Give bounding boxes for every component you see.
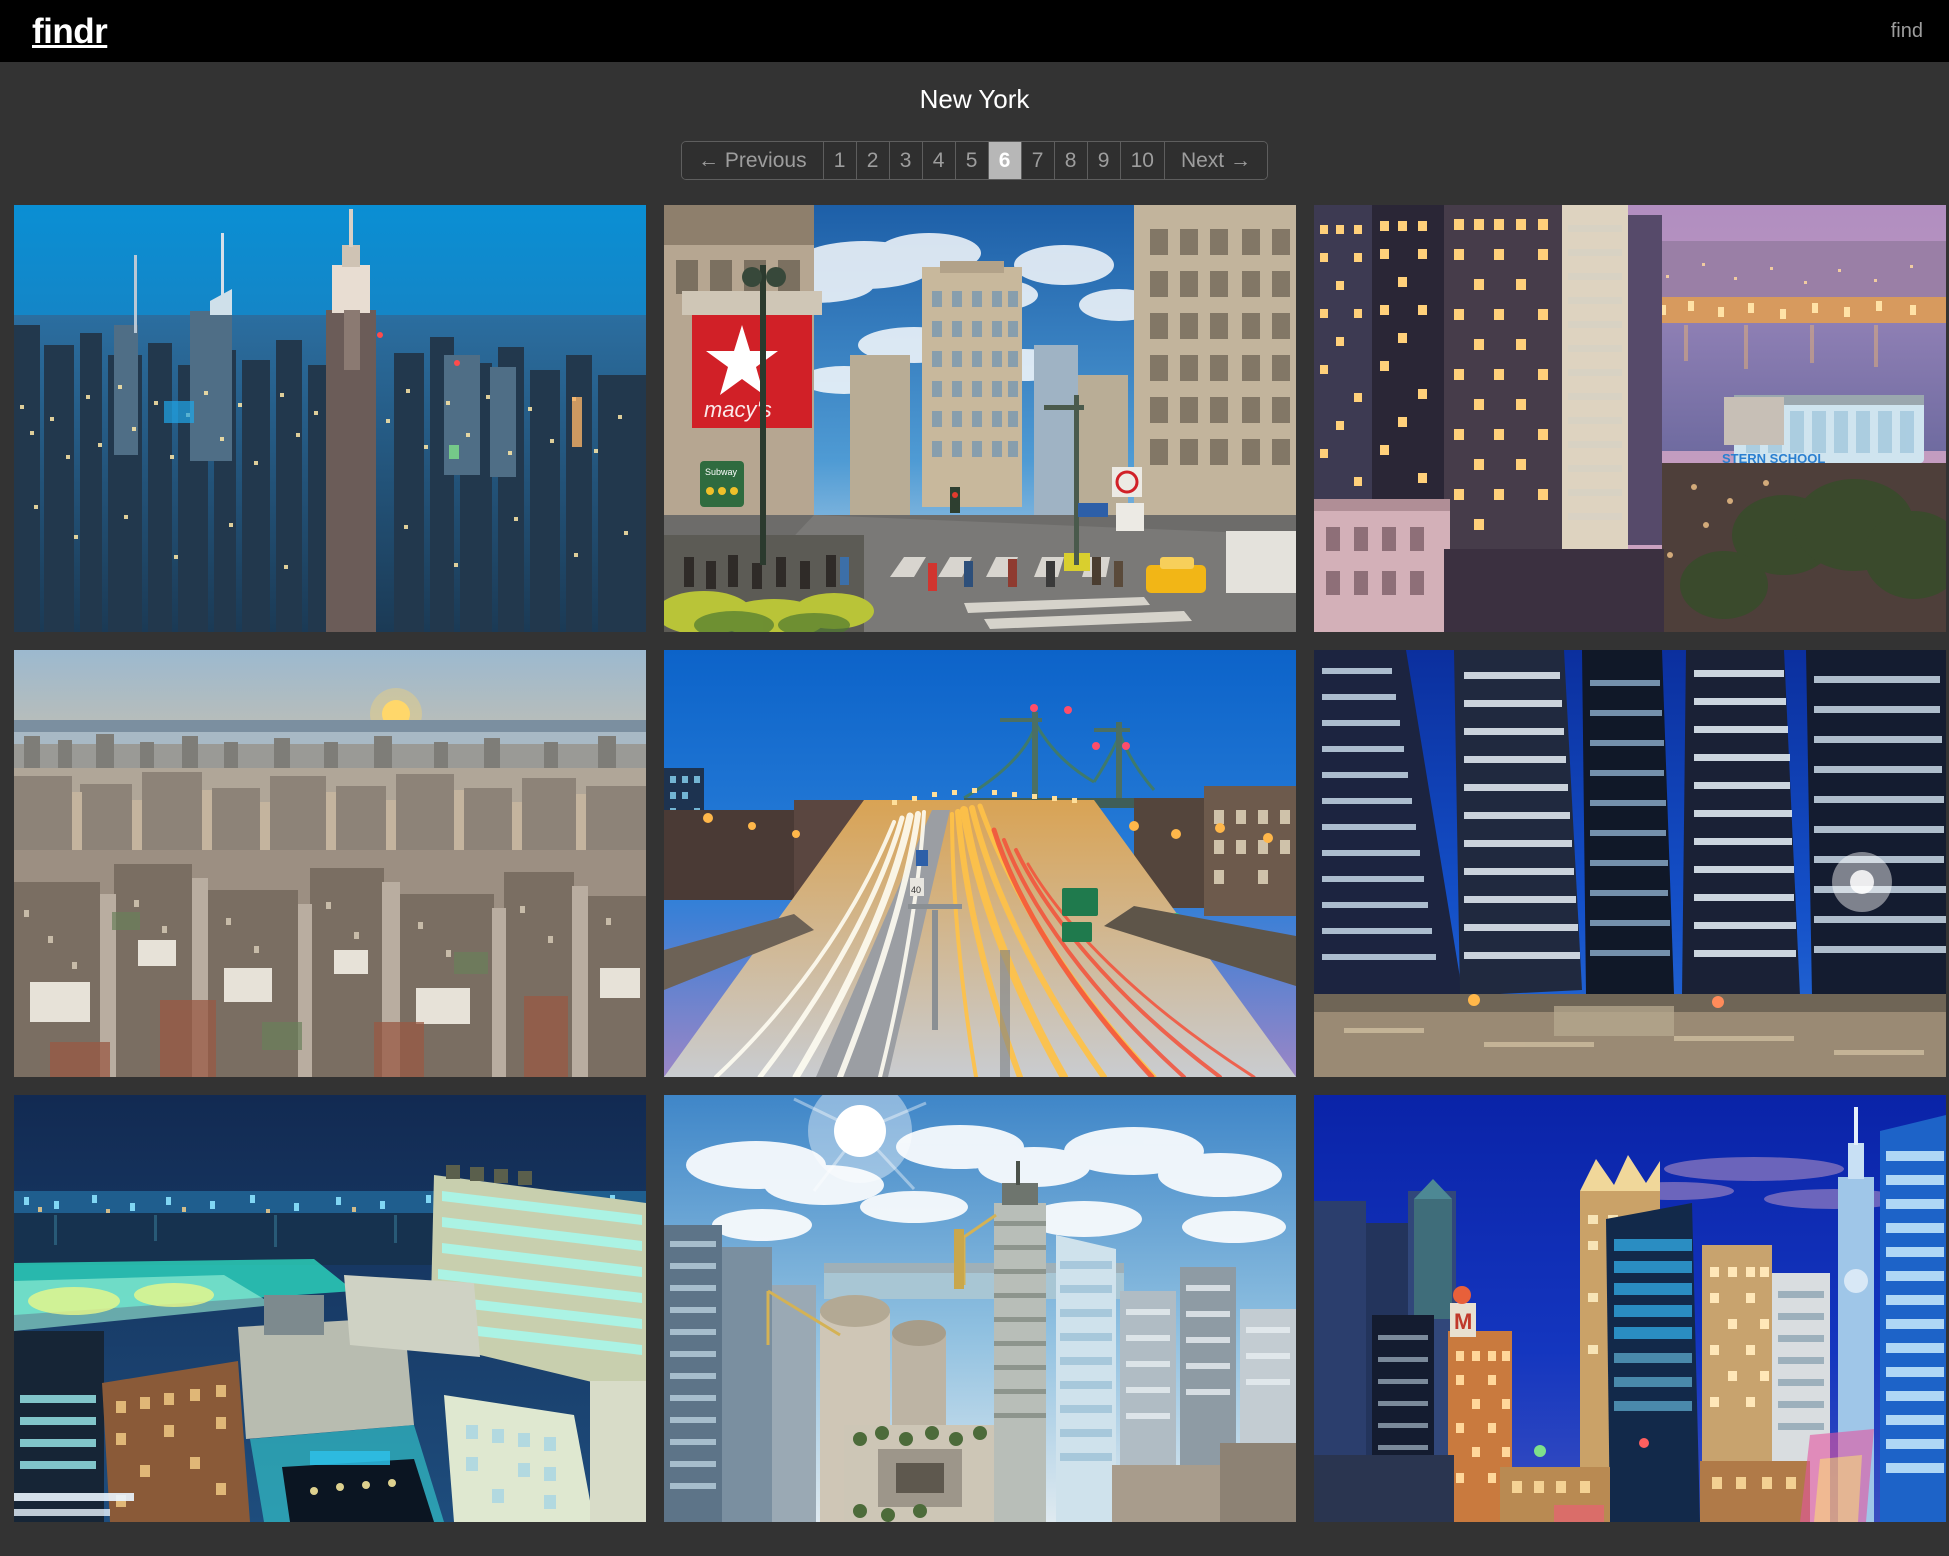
photo-gallery: macy's (0, 205, 1949, 1522)
pagination-page-2[interactable]: 2 (857, 142, 890, 179)
photo-highway-light-trails[interactable]: 40 (664, 650, 1296, 1077)
pagination-page-10[interactable]: 10 (1121, 142, 1165, 179)
photo-rooftops-sunset[interactable] (14, 650, 646, 1077)
pagination[interactable]: ← Previous 1 2 3 4 5 6 7 8 9 10 Next → (681, 141, 1268, 180)
nav-link-find[interactable]: find (1891, 21, 1923, 41)
svg-text:40: 40 (911, 885, 921, 895)
brand-logo[interactable]: findr (32, 14, 107, 49)
photo-hudson-night-glow[interactable] (14, 1095, 646, 1522)
photo-world-trade-construction[interactable] (664, 1095, 1296, 1522)
pagination-page-8[interactable]: 8 (1055, 142, 1088, 179)
pagination-page-6[interactable]: 6 (989, 142, 1022, 179)
navbar: findr find (0, 0, 1949, 62)
photo-midtown-skyline-dusk[interactable] (14, 205, 646, 632)
page-title: New York (0, 84, 1949, 115)
pagination-wrap: ← Previous 1 2 3 4 5 6 7 8 9 10 Next → (0, 141, 1949, 205)
photo-herald-square-street[interactable]: macy's (664, 205, 1296, 632)
photo-lower-manhattan-violet[interactable]: STERN SCHOOL (1314, 205, 1946, 632)
pagination-page-9[interactable]: 9 (1088, 142, 1121, 179)
svg-text:Subway: Subway (705, 467, 738, 477)
pagination-page-1[interactable]: 1 (824, 142, 857, 179)
page-head: New York ← Previous 1 2 3 4 5 6 7 8 9 10… (0, 62, 1949, 205)
photo-glass-towers-upward[interactable] (1314, 650, 1946, 1077)
pagination-page-3[interactable]: 3 (890, 142, 923, 179)
pagination-previous[interactable]: ← Previous (682, 142, 824, 179)
photo-times-square-night[interactable]: M (1314, 1095, 1946, 1522)
pagination-page-5[interactable]: 5 (956, 142, 989, 179)
pagination-next[interactable]: Next → (1165, 142, 1267, 179)
pagination-page-4[interactable]: 4 (923, 142, 956, 179)
nav-links: find (1891, 21, 1923, 41)
pagination-page-7[interactable]: 7 (1022, 142, 1055, 179)
svg-text:M: M (1454, 1309, 1472, 1334)
